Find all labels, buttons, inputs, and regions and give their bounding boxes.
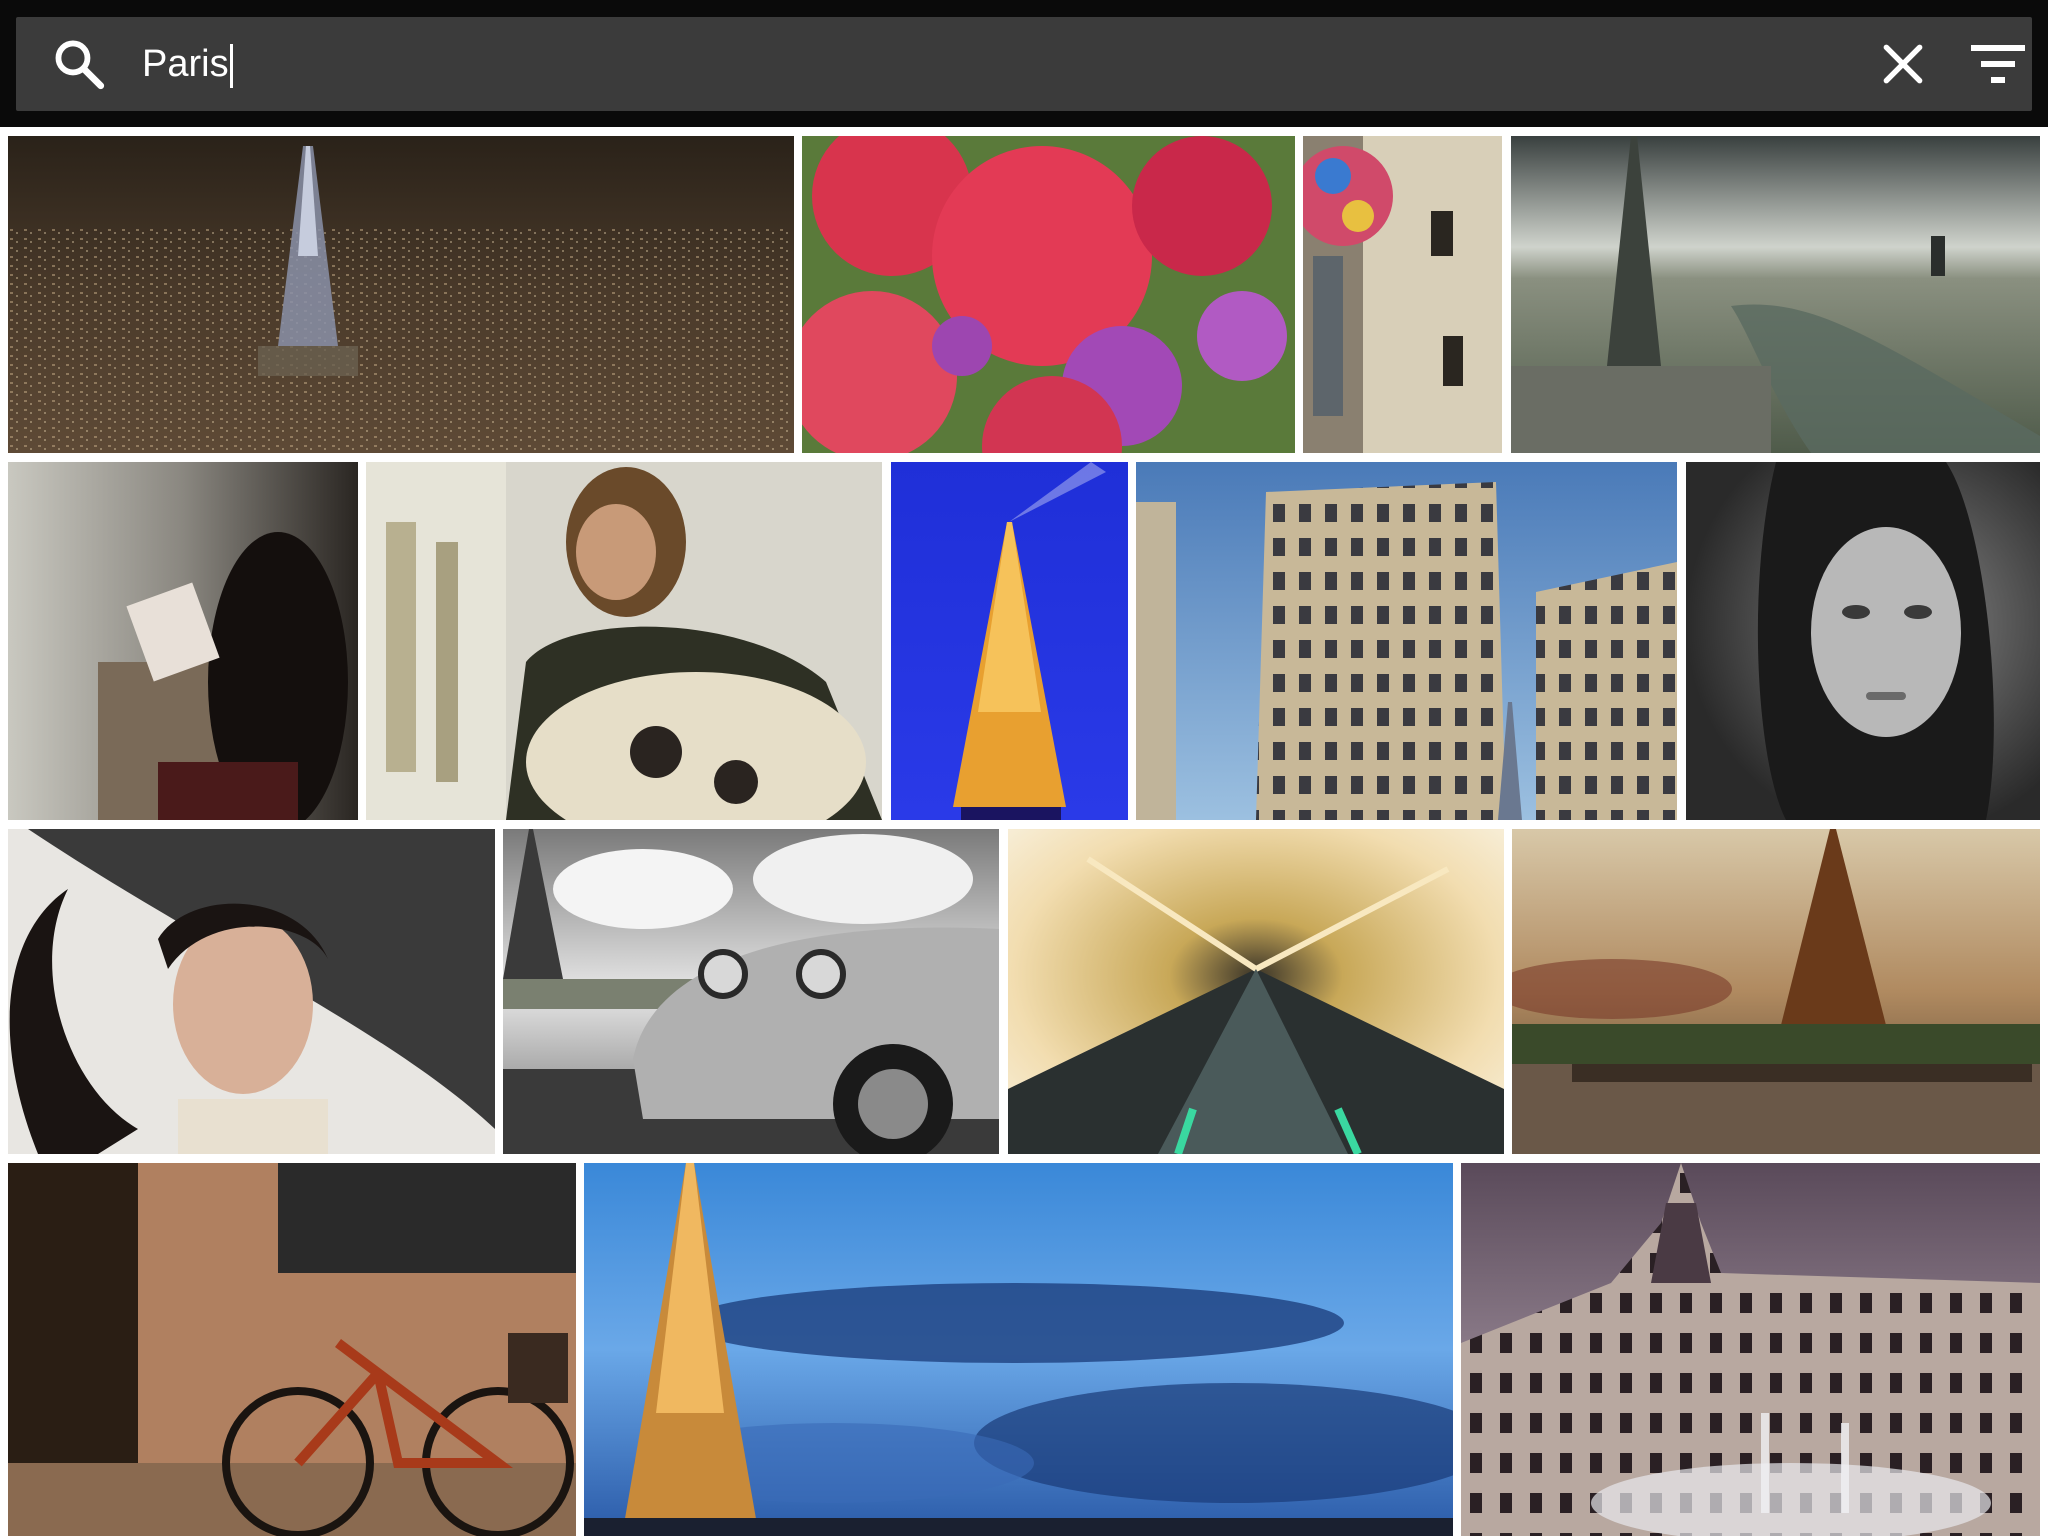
top-bar: Paris [0, 0, 2048, 127]
bicycle-wall-image [8, 1163, 576, 1536]
eiffel-tower-sunset-seine-image [1512, 829, 2040, 1154]
photo-grid [0, 127, 2048, 1536]
photo-tile[interactable] [503, 829, 999, 1154]
search-box[interactable]: Paris [16, 17, 2032, 111]
woman-with-oud-image [366, 462, 882, 820]
woman-umbrella-image [8, 829, 495, 1154]
eiffel-tower-blue-sky-image [584, 1163, 1453, 1536]
photo-tile[interactable] [8, 136, 794, 453]
photo-tile[interactable] [1303, 136, 1502, 453]
photo-tile[interactable] [1512, 829, 2040, 1154]
eiffel-tower-night-city-image [8, 136, 794, 453]
photo-tile[interactable] [366, 462, 882, 820]
red-dahlias-image [802, 136, 1295, 453]
photo-tile[interactable] [891, 462, 1128, 820]
notre-dame-aerial-image [1511, 136, 2040, 453]
hotel-de-ville-image [1461, 1163, 2040, 1536]
photo-tile[interactable] [8, 1163, 576, 1536]
text-caret [229, 43, 233, 88]
photo-tile[interactable] [1008, 829, 1504, 1154]
photo-tile[interactable] [1511, 136, 2040, 453]
close-icon[interactable] [1878, 39, 1928, 89]
vintage-car-eiffel-image [503, 829, 999, 1154]
woman-reading-window-image [8, 462, 358, 820]
woman-portrait-bw-image [1686, 462, 2040, 820]
haussmann-building-image [1136, 462, 1677, 820]
search-icon[interactable] [50, 35, 108, 93]
photo-tile[interactable] [802, 136, 1295, 453]
photo-tile[interactable] [8, 829, 495, 1154]
search-input[interactable]: Paris [142, 38, 233, 90]
photo-tile[interactable] [8, 462, 358, 820]
eiffel-tower-blue-night-image [891, 462, 1128, 820]
search-query-text: Paris [142, 43, 229, 85]
filter-icon[interactable] [1971, 41, 2025, 87]
photo-tile[interactable] [1136, 462, 1677, 820]
street-art-building-image [1303, 136, 1502, 453]
tunnel-motion-blur-image [1008, 829, 1504, 1154]
photo-tile[interactable] [1461, 1163, 2040, 1536]
photo-tile[interactable] [584, 1163, 1453, 1536]
photo-tile[interactable] [1686, 462, 2040, 820]
